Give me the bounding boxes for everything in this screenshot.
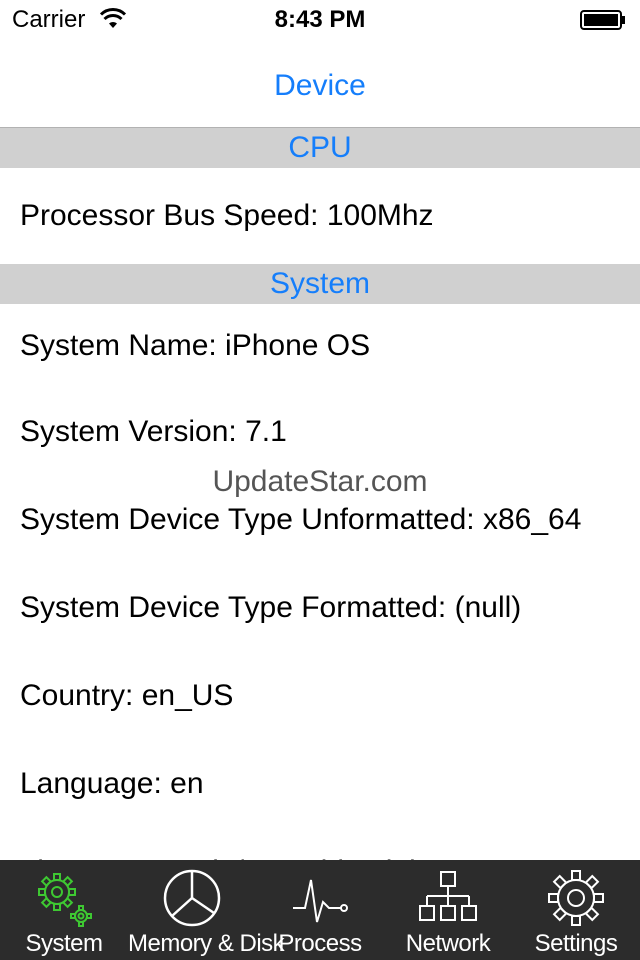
page-title: Device: [274, 69, 366, 102]
table-row[interactable]: System Device Type Unformatted: x86_64: [0, 476, 640, 564]
tab-label: Process: [278, 930, 362, 957]
tab-process[interactable]: Process: [256, 860, 384, 960]
section-header-cpu: CPU: [0, 128, 640, 168]
table-row[interactable]: System Name: iPhone OS: [0, 304, 640, 388]
table-row[interactable]: Time Zone: Asia/Ho_Chi_Minh: [0, 828, 640, 860]
tab-label: Settings: [534, 930, 618, 957]
pulse-icon: [293, 879, 348, 923]
tab-bar: System Memory & Disk Process Network Set…: [0, 860, 640, 960]
tab-network[interactable]: Network: [384, 860, 512, 960]
tab-settings[interactable]: Settings: [512, 860, 640, 960]
device-info-table[interactable]: CPU Processor Bus Speed: 100Mhz System S…: [0, 128, 640, 860]
tab-label: Memory & Disk: [128, 930, 285, 957]
navigation-bar: Device: [0, 40, 640, 128]
section-header-system: System: [0, 264, 640, 304]
status-time: 8:43 PM: [274, 6, 366, 33]
tab-memory-disk[interactable]: Memory & Disk: [128, 860, 285, 960]
table-row[interactable]: System Device Type Formatted: (null): [0, 564, 640, 652]
pie-chart-icon: [163, 869, 221, 927]
table-row[interactable]: Country: en_US: [0, 652, 640, 740]
tab-system[interactable]: System: [0, 860, 128, 960]
tab-label: System: [25, 930, 103, 957]
gear-icon: [548, 870, 604, 926]
table-row[interactable]: Processor Bus Speed: 100Mhz: [0, 168, 640, 264]
table-row[interactable]: System Version: 7.1: [0, 388, 640, 476]
gears-icon: [38, 873, 92, 927]
status-bar: Carrier 8:43 PM: [0, 0, 640, 40]
tab-label: Network: [405, 930, 491, 957]
battery-icon: [580, 10, 625, 30]
table-row[interactable]: Language: en: [0, 740, 640, 828]
network-icon: [419, 871, 477, 921]
